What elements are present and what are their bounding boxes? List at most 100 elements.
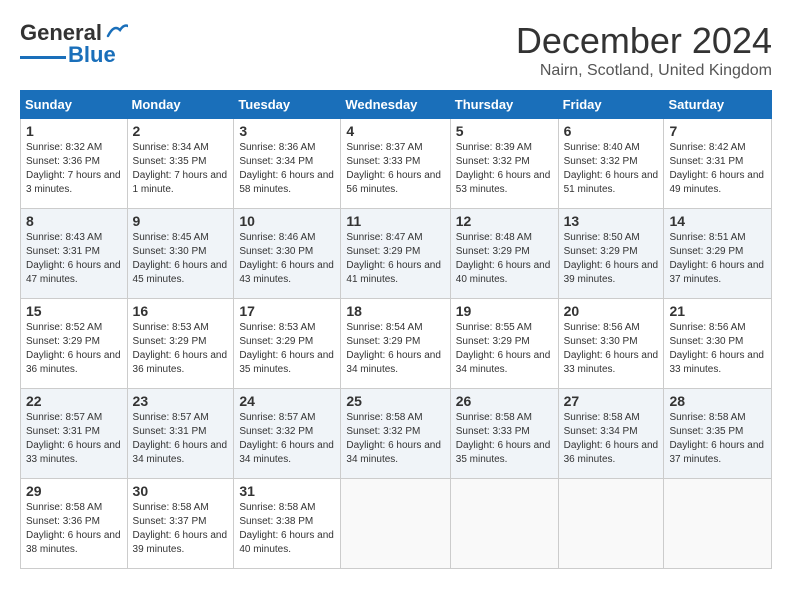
weekday-header-tuesday: Tuesday xyxy=(234,91,341,119)
calendar-cell: 11 Sunrise: 8:47 AM Sunset: 3:29 PM Dayl… xyxy=(341,209,450,299)
day-info: Sunrise: 8:39 AM Sunset: 3:32 PM Dayligh… xyxy=(456,141,553,197)
day-number: 28 xyxy=(669,393,766,409)
day-number: 13 xyxy=(564,213,659,229)
calendar-cell: 7 Sunrise: 8:42 AM Sunset: 3:31 PM Dayli… xyxy=(664,119,772,209)
day-info: Sunrise: 8:36 AM Sunset: 3:34 PM Dayligh… xyxy=(239,141,335,197)
calendar-cell: 22 Sunrise: 8:57 AM Sunset: 3:31 PM Dayl… xyxy=(21,389,128,479)
calendar-cell xyxy=(341,479,450,569)
calendar-cell: 20 Sunrise: 8:56 AM Sunset: 3:30 PM Dayl… xyxy=(558,299,664,389)
calendar-cell: 25 Sunrise: 8:58 AM Sunset: 3:32 PM Dayl… xyxy=(341,389,450,479)
day-info: Sunrise: 8:58 AM Sunset: 3:38 PM Dayligh… xyxy=(239,501,335,557)
calendar-table: SundayMondayTuesdayWednesdayThursdayFrid… xyxy=(20,90,772,569)
calendar-cell xyxy=(558,479,664,569)
day-number: 19 xyxy=(456,303,553,319)
weekday-header-row: SundayMondayTuesdayWednesdayThursdayFrid… xyxy=(21,91,772,119)
calendar-cell: 24 Sunrise: 8:57 AM Sunset: 3:32 PM Dayl… xyxy=(234,389,341,479)
calendar-cell: 12 Sunrise: 8:48 AM Sunset: 3:29 PM Dayl… xyxy=(450,209,558,299)
day-number: 11 xyxy=(346,213,444,229)
day-info: Sunrise: 8:58 AM Sunset: 3:36 PM Dayligh… xyxy=(26,501,122,557)
day-number: 5 xyxy=(456,123,553,139)
week-row-4: 22 Sunrise: 8:57 AM Sunset: 3:31 PM Dayl… xyxy=(21,389,772,479)
weekday-header-monday: Monday xyxy=(127,91,234,119)
day-info: Sunrise: 8:53 AM Sunset: 3:29 PM Dayligh… xyxy=(239,321,335,377)
day-number: 6 xyxy=(564,123,659,139)
week-row-2: 8 Sunrise: 8:43 AM Sunset: 3:31 PM Dayli… xyxy=(21,209,772,299)
calendar-cell: 17 Sunrise: 8:53 AM Sunset: 3:29 PM Dayl… xyxy=(234,299,341,389)
day-number: 24 xyxy=(239,393,335,409)
weekday-header-friday: Friday xyxy=(558,91,664,119)
day-number: 18 xyxy=(346,303,444,319)
weekday-header-wednesday: Wednesday xyxy=(341,91,450,119)
day-info: Sunrise: 8:57 AM Sunset: 3:31 PM Dayligh… xyxy=(133,411,229,467)
day-info: Sunrise: 8:57 AM Sunset: 3:32 PM Dayligh… xyxy=(239,411,335,467)
week-row-3: 15 Sunrise: 8:52 AM Sunset: 3:29 PM Dayl… xyxy=(21,299,772,389)
day-number: 9 xyxy=(133,213,229,229)
day-number: 15 xyxy=(26,303,122,319)
week-row-5: 29 Sunrise: 8:58 AM Sunset: 3:36 PM Dayl… xyxy=(21,479,772,569)
day-info: Sunrise: 8:57 AM Sunset: 3:31 PM Dayligh… xyxy=(26,411,122,467)
calendar-cell: 9 Sunrise: 8:45 AM Sunset: 3:30 PM Dayli… xyxy=(127,209,234,299)
day-number: 22 xyxy=(26,393,122,409)
calendar-cell: 29 Sunrise: 8:58 AM Sunset: 3:36 PM Dayl… xyxy=(21,479,128,569)
calendar-cell: 5 Sunrise: 8:39 AM Sunset: 3:32 PM Dayli… xyxy=(450,119,558,209)
day-info: Sunrise: 8:56 AM Sunset: 3:30 PM Dayligh… xyxy=(564,321,659,377)
day-number: 23 xyxy=(133,393,229,409)
location-title: Nairn, Scotland, United Kingdom xyxy=(516,62,772,80)
calendar-cell: 2 Sunrise: 8:34 AM Sunset: 3:35 PM Dayli… xyxy=(127,119,234,209)
calendar-cell: 30 Sunrise: 8:58 AM Sunset: 3:37 PM Dayl… xyxy=(127,479,234,569)
day-info: Sunrise: 8:42 AM Sunset: 3:31 PM Dayligh… xyxy=(669,141,766,197)
calendar-cell: 18 Sunrise: 8:54 AM Sunset: 3:29 PM Dayl… xyxy=(341,299,450,389)
calendar-cell: 26 Sunrise: 8:58 AM Sunset: 3:33 PM Dayl… xyxy=(450,389,558,479)
day-info: Sunrise: 8:58 AM Sunset: 3:34 PM Dayligh… xyxy=(564,411,659,467)
calendar-cell: 6 Sunrise: 8:40 AM Sunset: 3:32 PM Dayli… xyxy=(558,119,664,209)
day-info: Sunrise: 8:46 AM Sunset: 3:30 PM Dayligh… xyxy=(239,231,335,287)
day-number: 20 xyxy=(564,303,659,319)
day-number: 27 xyxy=(564,393,659,409)
week-row-1: 1 Sunrise: 8:32 AM Sunset: 3:36 PM Dayli… xyxy=(21,119,772,209)
day-number: 7 xyxy=(669,123,766,139)
day-number: 17 xyxy=(239,303,335,319)
calendar-cell: 16 Sunrise: 8:53 AM Sunset: 3:29 PM Dayl… xyxy=(127,299,234,389)
day-number: 26 xyxy=(456,393,553,409)
day-number: 10 xyxy=(239,213,335,229)
day-info: Sunrise: 8:47 AM Sunset: 3:29 PM Dayligh… xyxy=(346,231,444,287)
day-info: Sunrise: 8:43 AM Sunset: 3:31 PM Dayligh… xyxy=(26,231,122,287)
calendar-cell: 3 Sunrise: 8:36 AM Sunset: 3:34 PM Dayli… xyxy=(234,119,341,209)
day-info: Sunrise: 8:58 AM Sunset: 3:37 PM Dayligh… xyxy=(133,501,229,557)
day-info: Sunrise: 8:58 AM Sunset: 3:33 PM Dayligh… xyxy=(456,411,553,467)
day-number: 8 xyxy=(26,213,122,229)
day-info: Sunrise: 8:45 AM Sunset: 3:30 PM Dayligh… xyxy=(133,231,229,287)
calendar-cell: 8 Sunrise: 8:43 AM Sunset: 3:31 PM Dayli… xyxy=(21,209,128,299)
calendar-cell: 27 Sunrise: 8:58 AM Sunset: 3:34 PM Dayl… xyxy=(558,389,664,479)
day-number: 12 xyxy=(456,213,553,229)
day-info: Sunrise: 8:51 AM Sunset: 3:29 PM Dayligh… xyxy=(669,231,766,287)
day-info: Sunrise: 8:48 AM Sunset: 3:29 PM Dayligh… xyxy=(456,231,553,287)
calendar-cell: 14 Sunrise: 8:51 AM Sunset: 3:29 PM Dayl… xyxy=(664,209,772,299)
calendar-cell xyxy=(664,479,772,569)
day-info: Sunrise: 8:56 AM Sunset: 3:30 PM Dayligh… xyxy=(669,321,766,377)
day-number: 14 xyxy=(669,213,766,229)
day-number: 30 xyxy=(133,483,229,499)
day-info: Sunrise: 8:58 AM Sunset: 3:32 PM Dayligh… xyxy=(346,411,444,467)
calendar-cell: 31 Sunrise: 8:58 AM Sunset: 3:38 PM Dayl… xyxy=(234,479,341,569)
calendar-cell: 19 Sunrise: 8:55 AM Sunset: 3:29 PM Dayl… xyxy=(450,299,558,389)
day-number: 2 xyxy=(133,123,229,139)
day-info: Sunrise: 8:32 AM Sunset: 3:36 PM Dayligh… xyxy=(26,141,122,197)
calendar-cell: 28 Sunrise: 8:58 AM Sunset: 3:35 PM Dayl… xyxy=(664,389,772,479)
calendar-cell: 4 Sunrise: 8:37 AM Sunset: 3:33 PM Dayli… xyxy=(341,119,450,209)
weekday-header-thursday: Thursday xyxy=(450,91,558,119)
logo: General Blue xyxy=(20,20,128,68)
day-info: Sunrise: 8:37 AM Sunset: 3:33 PM Dayligh… xyxy=(346,141,444,197)
day-number: 21 xyxy=(669,303,766,319)
day-number: 31 xyxy=(239,483,335,499)
calendar-cell: 15 Sunrise: 8:52 AM Sunset: 3:29 PM Dayl… xyxy=(21,299,128,389)
calendar-cell: 21 Sunrise: 8:56 AM Sunset: 3:30 PM Dayl… xyxy=(664,299,772,389)
day-number: 1 xyxy=(26,123,122,139)
logo-underline xyxy=(20,56,66,59)
day-info: Sunrise: 8:34 AM Sunset: 3:35 PM Dayligh… xyxy=(133,141,229,197)
logo-bird-icon xyxy=(106,22,128,40)
calendar-cell: 1 Sunrise: 8:32 AM Sunset: 3:36 PM Dayli… xyxy=(21,119,128,209)
day-number: 25 xyxy=(346,393,444,409)
day-info: Sunrise: 8:50 AM Sunset: 3:29 PM Dayligh… xyxy=(564,231,659,287)
day-number: 29 xyxy=(26,483,122,499)
